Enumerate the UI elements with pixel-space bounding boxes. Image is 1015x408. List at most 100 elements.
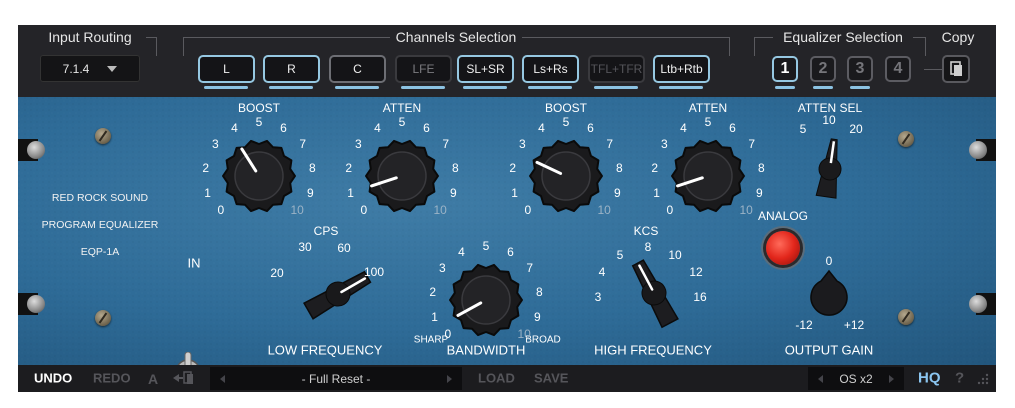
bandwidth-knob-tick: 1 bbox=[431, 309, 438, 324]
high-atten-knob-tick: 5 bbox=[704, 115, 712, 129]
high-atten-knob-tick: 6 bbox=[729, 120, 736, 135]
low-atten-knob-tick: 1 bbox=[347, 185, 354, 200]
input-routing-dropdown[interactable]: 7.1.4 bbox=[40, 55, 140, 82]
equalizer-button-1[interactable]: 1 bbox=[772, 56, 798, 82]
output-gain-knob[interactable] bbox=[807, 269, 851, 319]
preset-selector[interactable]: - Full Reset - bbox=[210, 367, 462, 390]
load-button[interactable]: LOAD bbox=[478, 371, 515, 386]
high-boost-label: BOOST bbox=[544, 101, 588, 115]
resize-grip-icon[interactable] bbox=[976, 372, 990, 386]
low-atten-knob[interactable] bbox=[362, 136, 442, 216]
cps-value: 100 bbox=[363, 265, 385, 279]
channel-button-c[interactable]: C bbox=[329, 55, 386, 83]
low-boost-knob-tick: 4 bbox=[231, 120, 238, 135]
high-atten-knob-tick: 3 bbox=[660, 137, 668, 152]
cps-value: 20 bbox=[270, 266, 284, 280]
copy-button[interactable] bbox=[942, 55, 970, 83]
sharp-label: SHARP bbox=[413, 334, 449, 346]
low-boost-knob-tick: 2 bbox=[202, 160, 209, 175]
channel-button-ls-rs[interactable]: Ls+Rs bbox=[522, 55, 579, 83]
bandwidth-knob-tick: 0 bbox=[444, 327, 452, 342]
analog-button[interactable] bbox=[766, 231, 800, 265]
low-boost-knob-tick: 0 bbox=[217, 203, 225, 218]
channel-button-lfe[interactable]: LFE bbox=[395, 55, 452, 83]
high-atten-knob-tick: 9 bbox=[756, 185, 763, 200]
redo-button[interactable]: REDO bbox=[93, 371, 131, 386]
high-frequency-selector[interactable] bbox=[610, 249, 698, 337]
low-atten-knob-tick: 4 bbox=[374, 120, 381, 135]
channel-button-r[interactable]: R bbox=[263, 55, 320, 83]
channel-button-l[interactable]: L bbox=[198, 55, 255, 83]
save-button[interactable]: SAVE bbox=[534, 371, 568, 386]
high-boost-knob-tick: 1 bbox=[511, 185, 518, 200]
bandwidth-label: BANDWIDTH bbox=[446, 342, 526, 358]
ab-copy-icon[interactable] bbox=[172, 370, 196, 386]
output-gain-value: 0 bbox=[825, 254, 833, 268]
high-atten-knob-tick: 8 bbox=[757, 160, 765, 175]
brand-product: PROGRAM EQUALIZER bbox=[41, 219, 159, 231]
low-atten-knob-tick: 10 bbox=[433, 203, 447, 218]
high-boost-knob-tick: 0 bbox=[524, 203, 532, 218]
copy-connector bbox=[924, 69, 942, 70]
os-next-icon[interactable] bbox=[889, 375, 894, 383]
channel-indicator bbox=[463, 86, 507, 89]
panel-screw bbox=[95, 310, 111, 326]
bottom-bar: UNDO REDO A - Full Reset - LOAD SAVE OS … bbox=[18, 365, 996, 392]
kcs-value: 5 bbox=[616, 248, 624, 262]
high-atten-knob[interactable] bbox=[668, 136, 748, 216]
high-boost-knob-tick: 5 bbox=[562, 115, 570, 129]
plugin-window: Input Routing 7.1.4 Channels Selection L… bbox=[18, 25, 996, 392]
kcs-value: 16 bbox=[693, 290, 707, 304]
low-atten-knob-tick: 5 bbox=[398, 115, 406, 129]
bandwidth-knob-tick: 8 bbox=[535, 284, 543, 299]
high-boost-knob[interactable] bbox=[526, 136, 606, 216]
ab-toggle-button[interactable]: A bbox=[148, 371, 158, 387]
hq-button[interactable]: HQ bbox=[918, 370, 941, 387]
high-boost-knob-tick: 6 bbox=[587, 120, 594, 135]
equalizer-button-2[interactable]: 2 bbox=[810, 56, 836, 82]
atten-sel-value: 10 bbox=[822, 113, 836, 127]
bandwidth-knob-tick: 5 bbox=[482, 239, 490, 253]
equalizer-button-3[interactable]: 3 bbox=[847, 56, 873, 82]
channel-button-tfl-tfr[interactable]: TFL+TFR bbox=[588, 55, 645, 83]
bandwidth-knob-tick: 4 bbox=[458, 244, 465, 259]
low-boost-knob[interactable] bbox=[219, 136, 299, 216]
input-routing-value: 7.1.4 bbox=[62, 61, 90, 76]
rack-screw bbox=[969, 141, 987, 159]
channel-button-ltb-rtb[interactable]: Ltb+Rtb bbox=[653, 55, 710, 83]
kcs-value: 3 bbox=[594, 290, 602, 304]
equalizer-button-4[interactable]: 4 bbox=[885, 56, 911, 82]
channel-indicator bbox=[269, 86, 313, 89]
bandwidth-knob-tick: 7 bbox=[526, 261, 534, 276]
brand-name: RED ROCK SOUND bbox=[51, 192, 149, 204]
high-boost-knob-tick: 2 bbox=[509, 160, 516, 175]
help-button[interactable]: ? bbox=[955, 370, 964, 387]
output-gain-value: -12 bbox=[795, 318, 813, 332]
equalizer-indicator bbox=[775, 86, 795, 89]
low-atten-knob-tick: 2 bbox=[345, 160, 352, 175]
equalizer-title: Equalizer Selection bbox=[783, 29, 903, 45]
high-boost-knob-tick: 8 bbox=[615, 160, 623, 175]
channel-indicator bbox=[659, 86, 703, 89]
bandwidth-knob[interactable] bbox=[446, 260, 526, 340]
atten-sel-knob[interactable] bbox=[800, 129, 860, 209]
channel-indicator bbox=[594, 86, 638, 89]
panel-screw bbox=[898, 131, 914, 147]
in-label: IN bbox=[187, 255, 201, 271]
equalizer-bracket-left bbox=[754, 37, 773, 56]
preset-next-icon[interactable] bbox=[447, 375, 452, 383]
preset-prev-icon[interactable] bbox=[220, 375, 225, 383]
low-frequency-selector[interactable] bbox=[294, 250, 382, 338]
channel-button-sl-sr[interactable]: SL+SR bbox=[457, 55, 514, 83]
os-prev-icon[interactable] bbox=[818, 375, 823, 383]
high-atten-knob-tick: 2 bbox=[651, 160, 658, 175]
preset-name: - Full Reset - bbox=[301, 371, 371, 386]
high-frequency-label: HIGH FREQUENCY bbox=[594, 342, 712, 358]
bandwidth-knob-tick: 3 bbox=[438, 261, 446, 276]
oversampling-selector[interactable]: OS x2 bbox=[808, 367, 904, 390]
bandwidth-knob-tick: 6 bbox=[507, 244, 514, 259]
kcs-value: 10 bbox=[668, 248, 682, 262]
channel-indicator bbox=[204, 86, 248, 89]
high-boost-knob-tick: 4 bbox=[538, 120, 545, 135]
undo-button[interactable]: UNDO bbox=[34, 371, 72, 386]
